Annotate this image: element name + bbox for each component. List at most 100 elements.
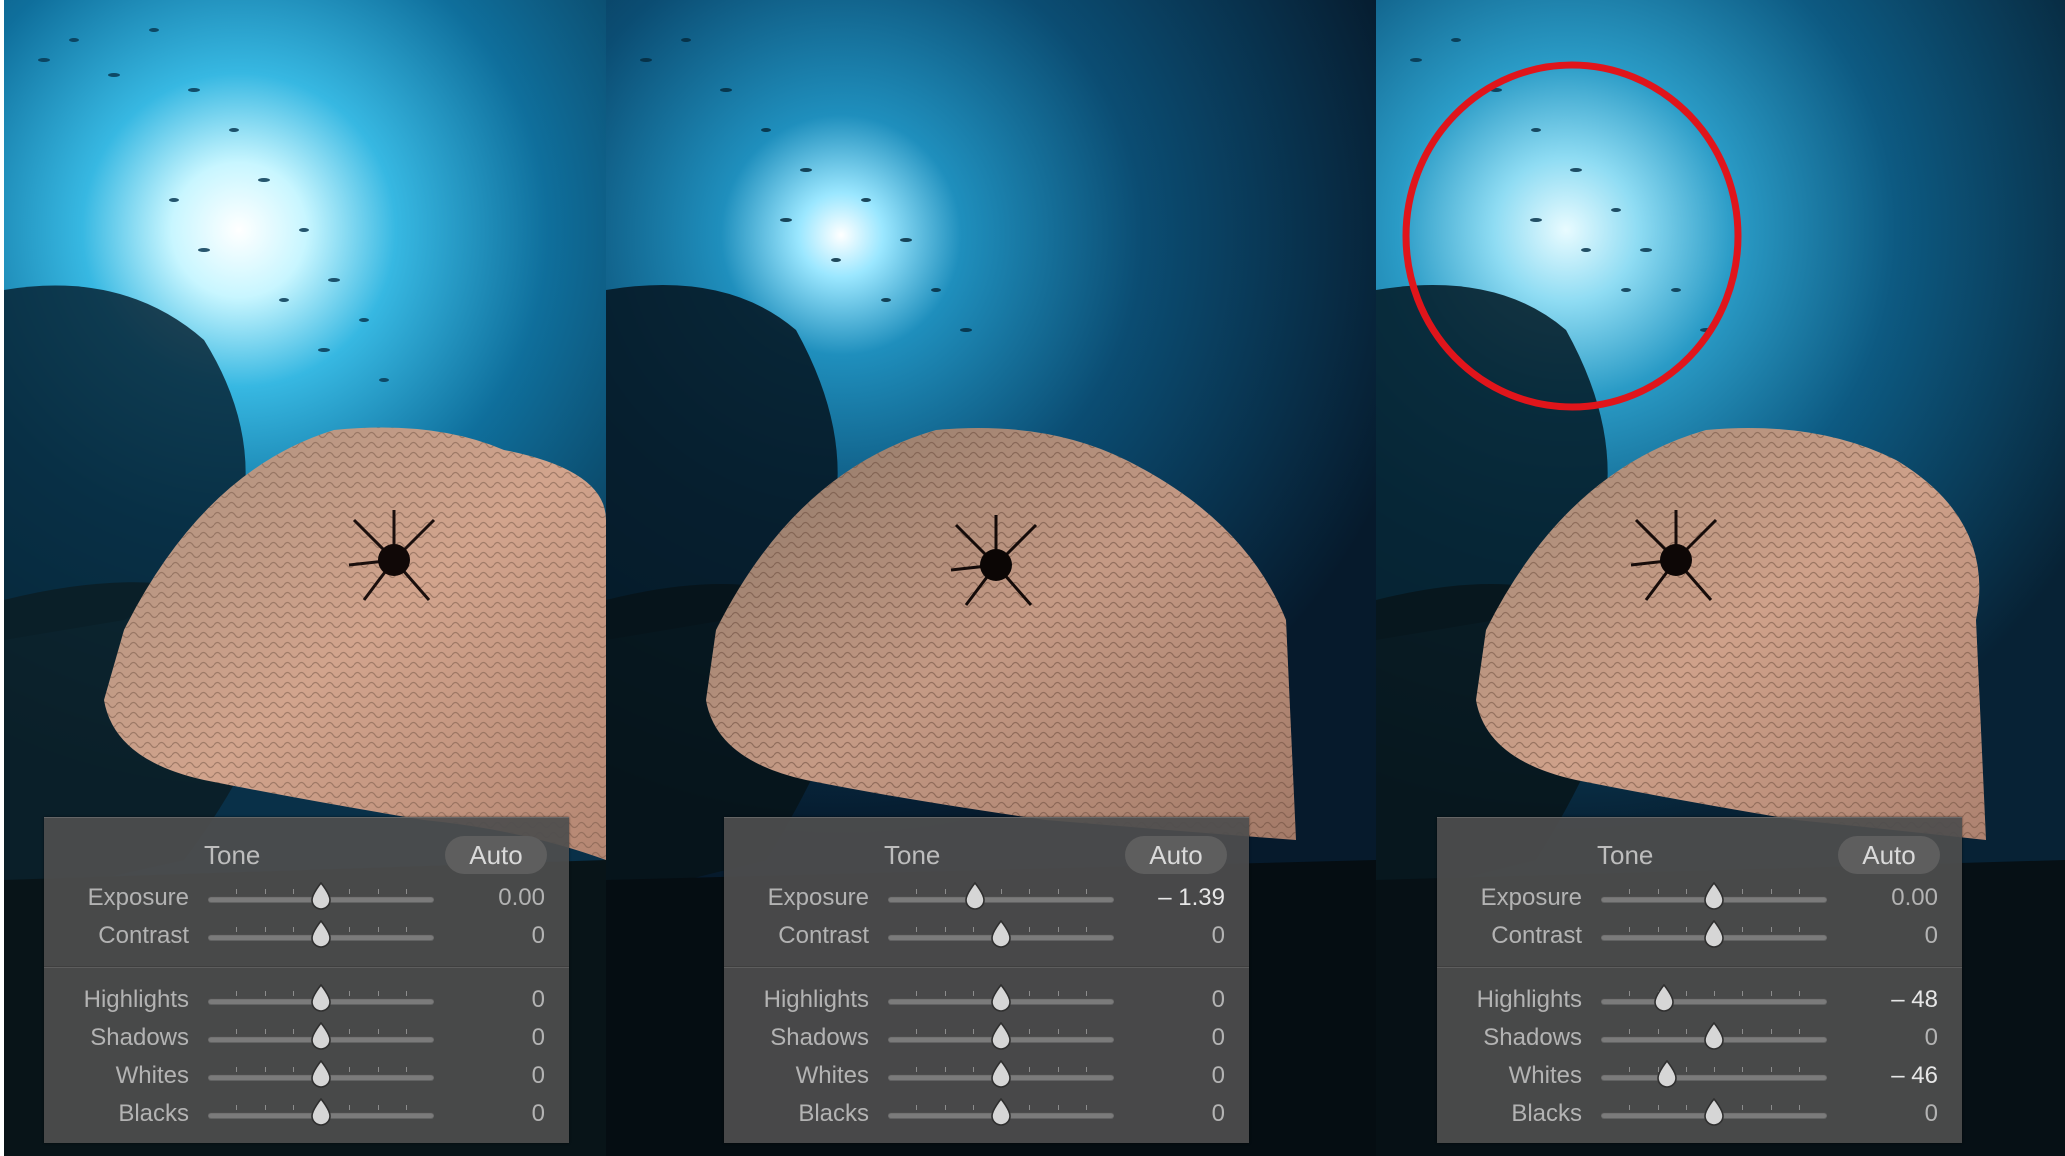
slider-tick [1085,889,1087,894]
slider-thumb[interactable] [963,881,987,910]
slider-row-blacks: Blacks 0 [1437,1096,1962,1132]
slider-thumb[interactable] [1702,1097,1726,1126]
slider-tick [1657,889,1659,894]
slider-tick [1770,1105,1772,1110]
panel-title: Tone [204,840,261,870]
slider-tick [236,1067,238,1072]
slider-row-shadows: Shadows 0 [44,1020,569,1056]
slider-value: 0 [1211,1100,1225,1127]
slider-tick [972,1067,974,1072]
slider-tick [1085,1029,1087,1034]
slider-label: Whites [795,1062,869,1089]
slider-track[interactable] [1601,1059,1827,1088]
auto-button[interactable]: Auto [1838,836,1940,874]
slider-track[interactable] [888,1021,1114,1050]
slider-track[interactable] [1601,881,1827,910]
slider-label: Exposure [87,884,189,911]
slider-tick [1770,1029,1772,1034]
slider-track[interactable] [208,983,434,1012]
slider-tick [349,991,351,996]
slider-row-blacks: Blacks 0 [44,1096,569,1132]
slider-tick [944,889,946,894]
slider-tick [264,1067,266,1072]
slider-label: Shadows [90,1024,189,1051]
slider-track[interactable] [208,881,434,910]
slider-label: Highlights [1476,986,1582,1013]
slider-tick [1657,927,1659,932]
panel-title: Tone [884,840,941,870]
slider-tick [292,927,294,932]
slider-tick [972,1029,974,1034]
slider-tick [377,1029,379,1034]
slider-row-contrast: Contrast 0 [44,918,569,954]
slider-label: Whites [115,1062,189,1089]
panel-header: Tone Auto [44,836,569,874]
slider-thumb[interactable] [309,983,333,1012]
slider-track[interactable] [1601,1021,1827,1050]
slider-label: Highlights [83,986,189,1013]
slider-thumb[interactable] [1702,1021,1726,1050]
slider-row-whites: Whites 0 [44,1058,569,1094]
slider-label: Exposure [767,884,869,911]
slider-tick [1770,889,1772,894]
slider-tick [377,927,379,932]
slider-track[interactable] [1601,983,1827,1012]
slider-thumb[interactable] [989,983,1013,1012]
auto-button[interactable]: Auto [1125,836,1227,874]
slider-thumb[interactable] [989,1097,1013,1126]
slider-track[interactable] [1601,919,1827,948]
slider-tick [405,1029,407,1034]
slider-tick [916,1029,918,1034]
slider-tick [972,927,974,932]
slider-thumb[interactable] [1655,1059,1679,1088]
slider-thumb[interactable] [1652,983,1676,1012]
slider-label: Whites [1508,1062,1582,1089]
slider-row-exposure: Exposure – 1.39 [724,880,1249,916]
slider-value: 0 [531,986,545,1013]
slider-track[interactable] [888,919,1114,948]
slider-thumb[interactable] [989,919,1013,948]
slider-tick [972,1105,974,1110]
slider-tick [236,1029,238,1034]
slider-track[interactable] [208,1021,434,1050]
slider-tick [377,991,379,996]
slider-thumb[interactable] [989,1059,1013,1088]
auto-button[interactable]: Auto [445,836,547,874]
slider-tick [236,927,238,932]
slider-thumb[interactable] [309,1021,333,1050]
slider-track[interactable] [888,1097,1114,1126]
slider-tick [1057,889,1059,894]
slider-value: 0 [531,922,545,949]
slider-thumb[interactable] [1702,919,1726,948]
slider-track[interactable] [888,1059,1114,1088]
slider-row-highlights: Highlights 0 [724,982,1249,1018]
slider-track[interactable] [208,1097,434,1126]
slider-thumb[interactable] [309,919,333,948]
slider-tick [1057,927,1059,932]
slider-value: 0 [531,1024,545,1051]
slider-tick [264,927,266,932]
slider-tick [377,889,379,894]
slider-thumb[interactable] [989,1021,1013,1050]
slider-track[interactable] [208,919,434,948]
tone-panel-exposure: Tone Auto Exposure – 1.39 Contrast 0 Highlig… [724,817,1249,1143]
slider-thumb[interactable] [309,881,333,910]
slider-tick [292,1067,294,1072]
slider-tick [1685,991,1687,996]
slider-ticks [888,889,1114,894]
slider-tick [236,889,238,894]
slider-thumb[interactable] [309,1059,333,1088]
slider-track[interactable] [1601,1097,1827,1126]
slider-track[interactable] [208,1059,434,1088]
slider-track[interactable] [888,983,1114,1012]
slider-tick [1629,889,1631,894]
slider-track[interactable] [888,881,1114,910]
slider-tick [264,1029,266,1034]
slider-value: 0 [1211,1024,1225,1051]
slider-tick [377,1105,379,1110]
slider-tick [1057,1029,1059,1034]
slider-thumb[interactable] [1702,881,1726,910]
slider-thumb[interactable] [309,1097,333,1126]
slider-tick [1057,991,1059,996]
slider-row-exposure: Exposure 0.00 [44,880,569,916]
